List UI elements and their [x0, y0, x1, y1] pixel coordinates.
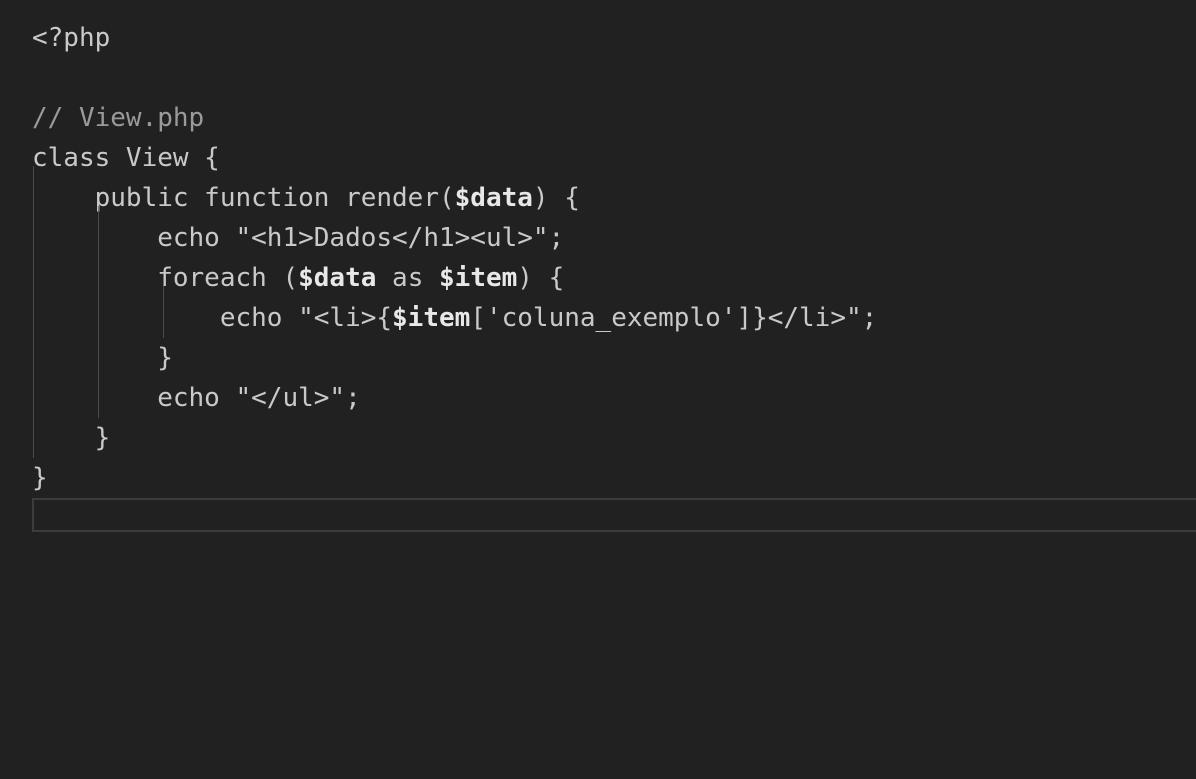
inline-input-box[interactable]: [32, 498, 1196, 532]
code-token: public function render(: [32, 183, 455, 213]
code-token: }: [32, 343, 173, 373]
indent-guide-3: [163, 286, 164, 338]
indent-guide-1: [33, 166, 34, 458]
code-line-11[interactable]: }: [32, 418, 111, 458]
code-token: as: [376, 263, 440, 293]
code-line-12[interactable]: }: [32, 458, 48, 498]
code-line-10[interactable]: echo "</ul>";: [32, 378, 361, 418]
code-token: // View.php: [32, 103, 205, 133]
code-line-6[interactable]: echo "<h1>Dados</h1><ul>";: [32, 218, 564, 258]
code-token: $data: [454, 183, 533, 213]
code-token: }: [32, 423, 111, 453]
code-line-2[interactable]: [32, 58, 48, 98]
code-token: $data: [298, 263, 377, 293]
code-token: echo "<h1>Dados</h1><ul>";: [32, 223, 565, 253]
code-token: class View {: [32, 143, 220, 173]
code-token: ) {: [532, 183, 580, 213]
code-line-4[interactable]: class View {: [32, 138, 220, 178]
code-editor: <?php // View.php class View { public fun…: [0, 0, 1196, 779]
code-token: <?php: [32, 23, 111, 53]
code-line-7[interactable]: foreach ($data as $item) {: [32, 258, 564, 298]
indent-guide-2: [98, 206, 99, 418]
code-token: $item: [392, 303, 471, 333]
code-token: ) {: [517, 263, 565, 293]
code-token: ['coluna_exemplo']}</li>";: [470, 303, 878, 333]
code-line-9[interactable]: }: [32, 338, 173, 378]
code-surface[interactable]: <?php // View.php class View { public fun…: [0, 0, 1196, 779]
code-line-8[interactable]: echo "<li>{$item['coluna_exemplo']}</li>…: [32, 298, 877, 338]
code-token: echo "</ul>";: [32, 383, 361, 413]
code-line-3[interactable]: // View.php: [32, 98, 204, 138]
code-line-5[interactable]: public function render($data) {: [32, 178, 580, 218]
code-token: echo "<li>{: [32, 303, 393, 333]
code-token: foreach (: [32, 263, 299, 293]
code-token: }: [32, 463, 48, 493]
code-line-1[interactable]: <?php: [32, 18, 110, 58]
code-token: $item: [439, 263, 518, 293]
